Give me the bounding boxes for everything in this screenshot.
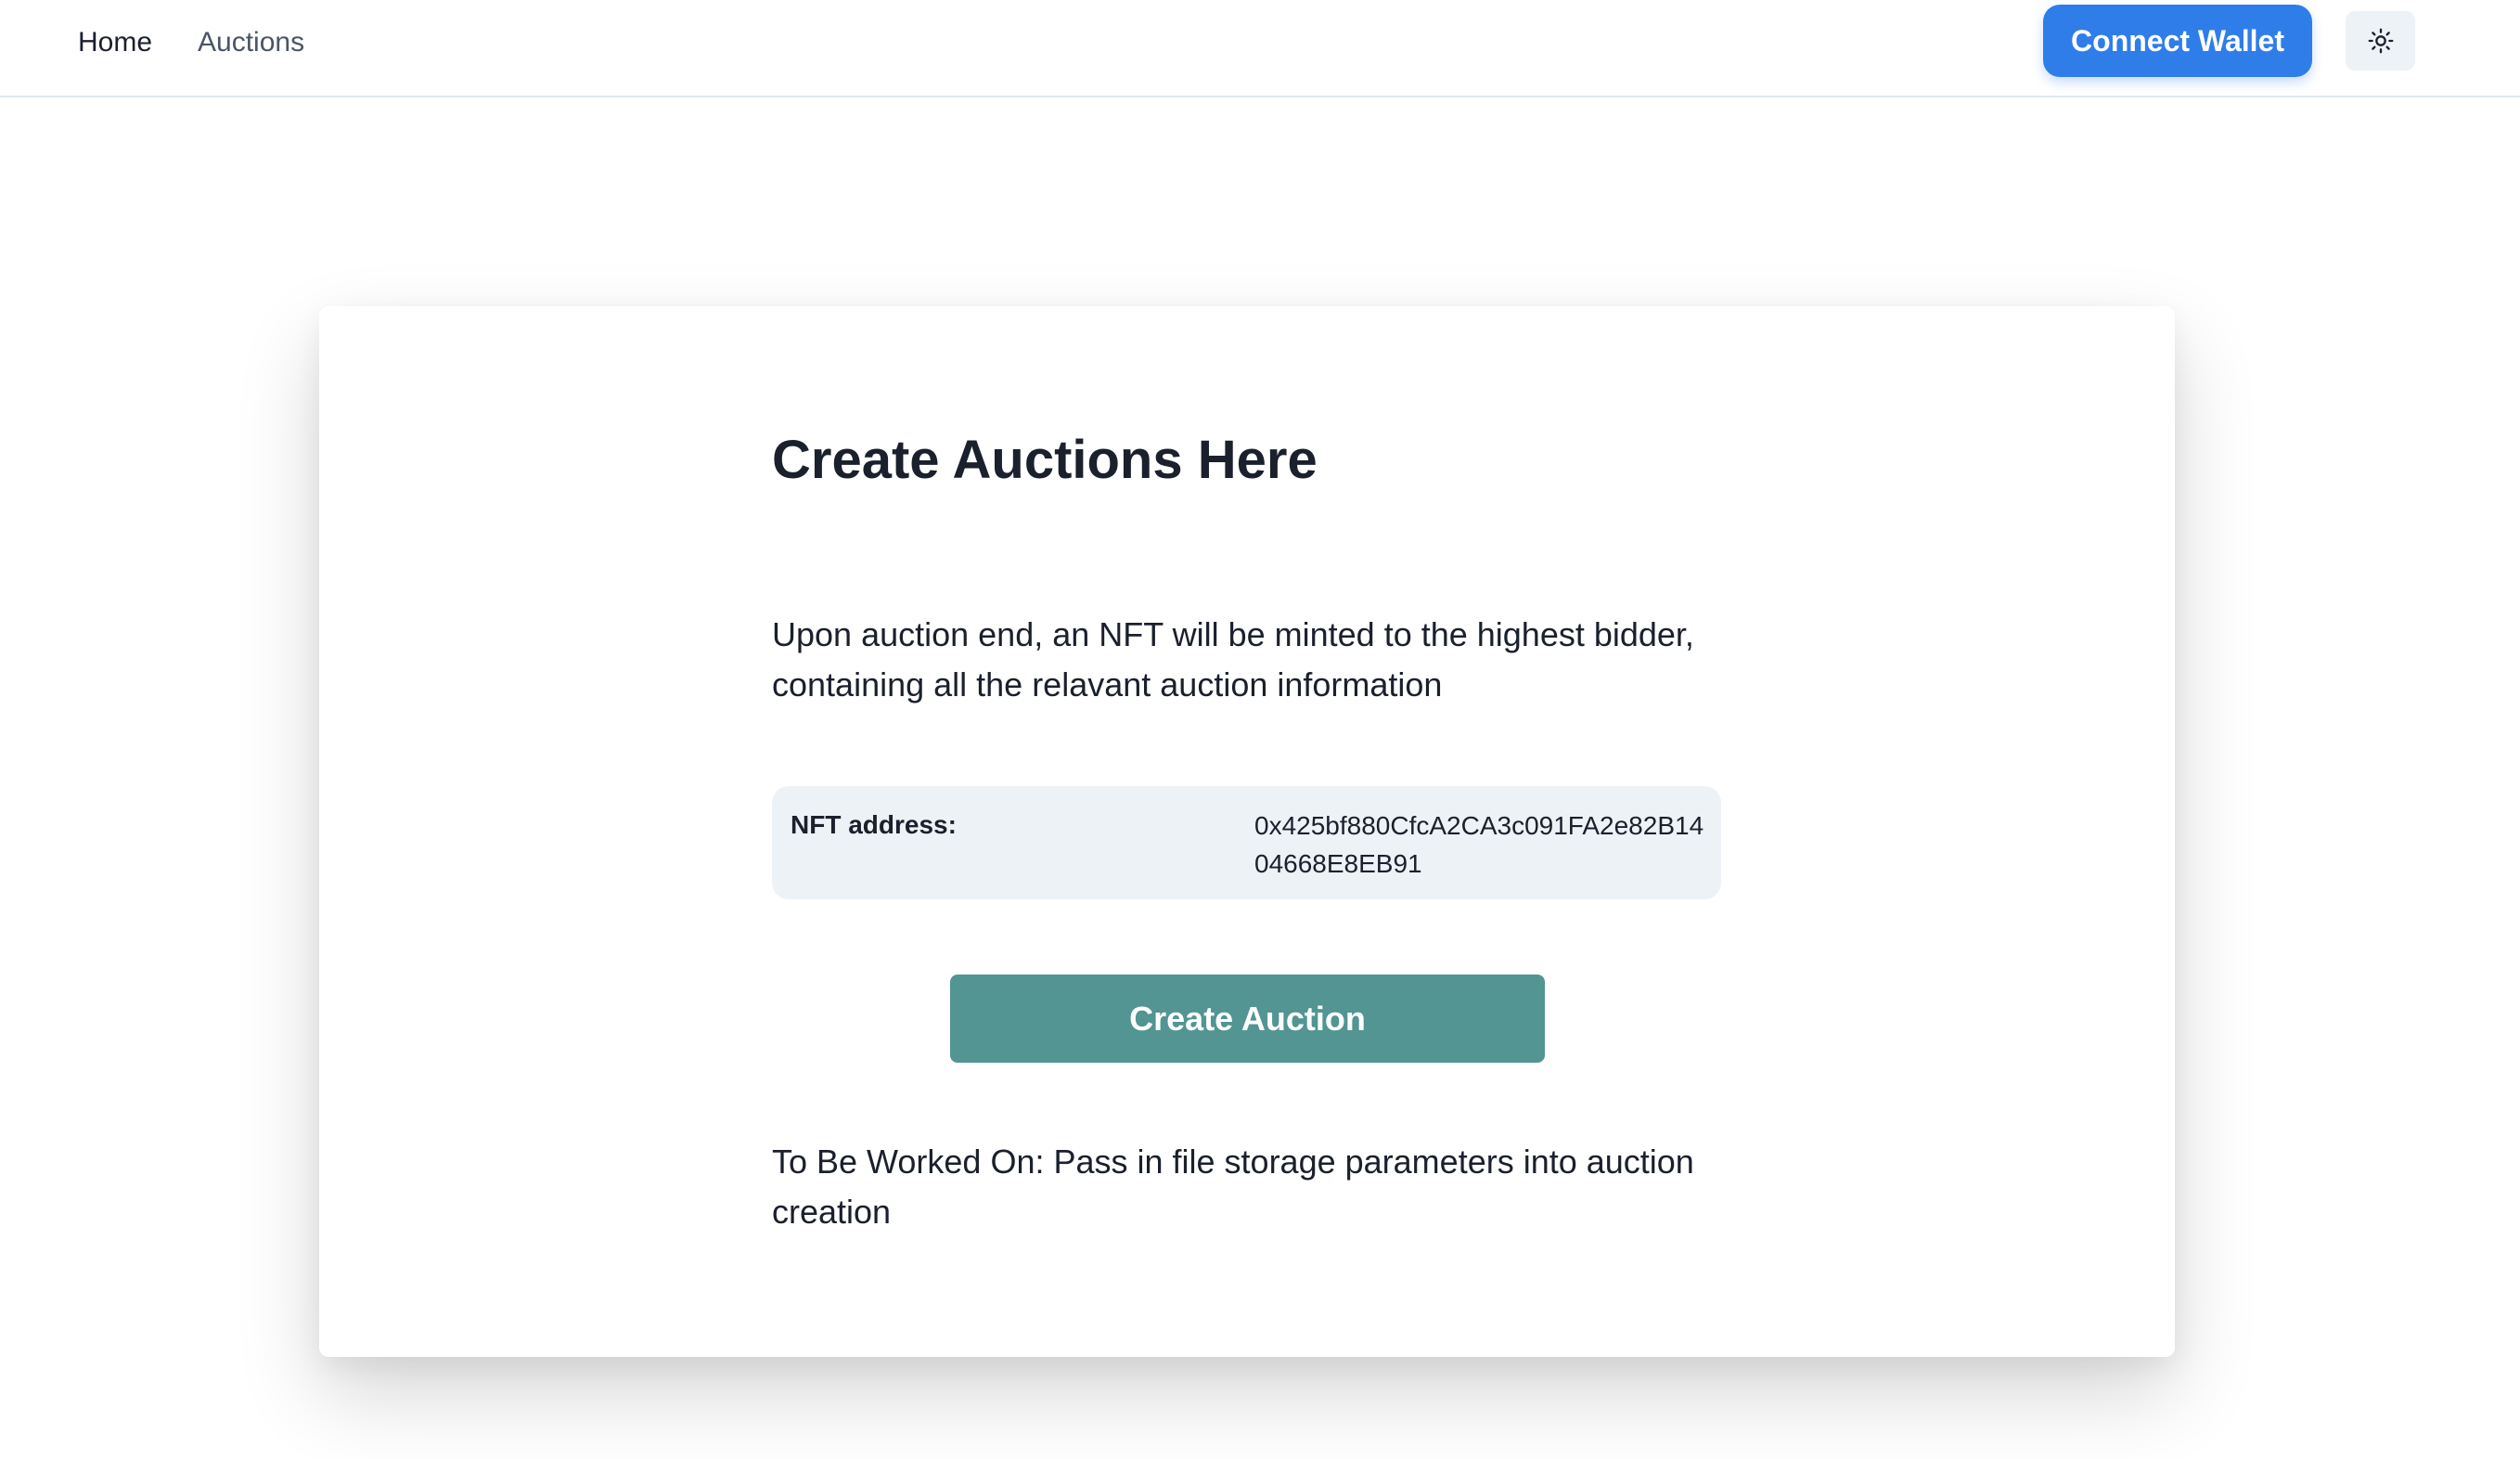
nav-home-link[interactable]: Home bbox=[78, 26, 152, 59]
connect-wallet-button[interactable]: Connect Wallet bbox=[2043, 5, 2312, 77]
top-navbar: Home Auctions Connect Wallet bbox=[0, 0, 2520, 97]
sun-icon bbox=[2368, 28, 2393, 54]
nft-address-value: 0x425bf880CfcA2CA3c091FA2e82B1404668E8EB… bbox=[1254, 811, 1704, 878]
page-title: Create Auctions Here bbox=[772, 430, 1318, 490]
auction-description: Upon auction end, an NFT will be minted … bbox=[772, 615, 1694, 704]
nav-auctions-link[interactable]: Auctions bbox=[198, 26, 304, 59]
create-auction-button[interactable]: Create Auction bbox=[950, 975, 1545, 1063]
create-auction-card: Create Auctions Here Upon auction end, a… bbox=[319, 306, 2175, 1357]
nft-address-box: NFT address: 0x425bf880CfcA2CA3c091FA2e8… bbox=[772, 786, 1721, 899]
theme-toggle-button[interactable] bbox=[2346, 11, 2415, 71]
todo-note: To Be Worked On: Pass in file storage pa… bbox=[772, 1143, 1694, 1231]
nft-address-label: NFT address: bbox=[791, 810, 957, 839]
